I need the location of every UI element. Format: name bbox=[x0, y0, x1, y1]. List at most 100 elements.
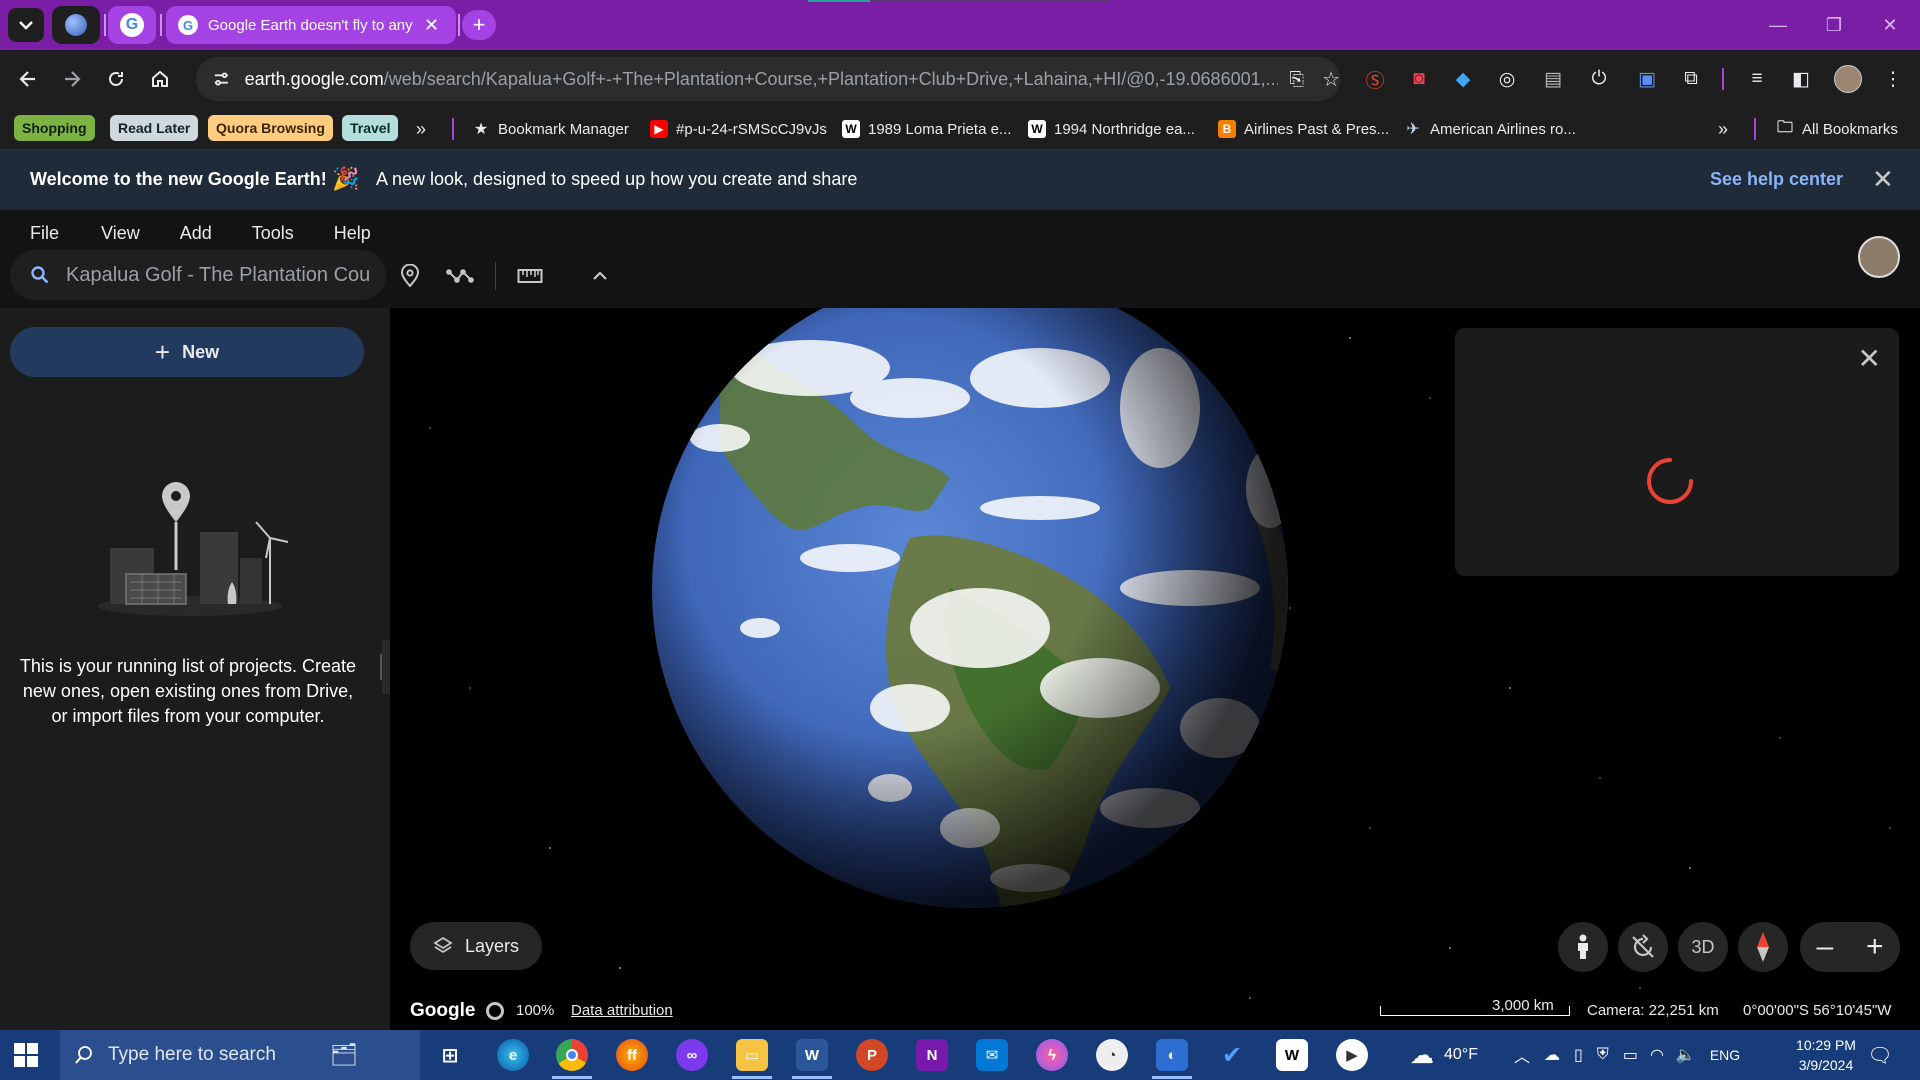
taskbar-search-input[interactable]: Type here to search 🗂 bbox=[60, 1030, 420, 1080]
diamond-icon[interactable]: ◆ bbox=[1448, 64, 1478, 94]
cursor-coordinates: 0°00'00"S 56°10'45"W bbox=[1743, 1002, 1892, 1019]
minimize-button[interactable]: — bbox=[1750, 0, 1806, 50]
clock-app-icon[interactable]: ◔ bbox=[1096, 1039, 1128, 1071]
close-window-button[interactable]: ✕ bbox=[1862, 0, 1918, 50]
defender-shield-icon[interactable]: ⛨ bbox=[1597, 1046, 1609, 1064]
file-explorer-icon[interactable]: ▭ bbox=[736, 1039, 768, 1071]
back-button[interactable] bbox=[12, 63, 44, 95]
weather-cloud-icon[interactable]: ☁ bbox=[1410, 1041, 1434, 1070]
new-tab-button[interactable]: + bbox=[462, 10, 496, 40]
extension-s-icon[interactable]: Ⓢ bbox=[1360, 64, 1390, 94]
volume-icon[interactable]: 🔈 bbox=[1676, 1045, 1696, 1065]
folder-extension-icon[interactable]: ▤ bbox=[1538, 64, 1568, 94]
language-indicator[interactable]: ENG bbox=[1710, 1047, 1740, 1063]
bookmark-folder-shopping[interactable]: Shopping bbox=[14, 115, 95, 141]
word-icon[interactable]: W bbox=[796, 1039, 828, 1071]
add-placemark-button[interactable] bbox=[394, 260, 426, 292]
shield-extension-icon[interactable]: ▣ bbox=[1632, 64, 1662, 94]
home-button[interactable] bbox=[144, 63, 176, 95]
menu-tools[interactable]: Tools bbox=[252, 223, 294, 244]
tab-search-button[interactable] bbox=[8, 8, 44, 42]
media-controls-icon[interactable]: ≡ bbox=[1742, 64, 1772, 94]
tab-google[interactable]: G bbox=[108, 6, 156, 44]
wikipedia-app-icon[interactable]: W bbox=[1276, 1039, 1308, 1071]
tab-active[interactable]: G Google Earth doesn't fly to any ✕ bbox=[166, 6, 456, 44]
account-avatar[interactable] bbox=[1858, 236, 1900, 278]
onenote-icon[interactable]: N bbox=[916, 1039, 948, 1071]
profile-avatar[interactable] bbox=[1834, 65, 1862, 93]
tab-pinned-globe[interactable] bbox=[52, 6, 100, 44]
menu-add[interactable]: Add bbox=[180, 223, 212, 244]
messenger-icon[interactable]: ϟ bbox=[1036, 1039, 1068, 1071]
measure-button[interactable] bbox=[514, 260, 546, 292]
tray-overflow-icon[interactable]: ︿ bbox=[1514, 1043, 1530, 1067]
forward-button[interactable] bbox=[56, 63, 88, 95]
notification-center-icon[interactable]: 🗨 bbox=[1864, 1040, 1896, 1070]
bookmark-item[interactable]: ★ Bookmark Manager bbox=[472, 116, 629, 142]
bookmark-folder-travel[interactable]: Travel bbox=[342, 115, 399, 141]
device-icon[interactable]: ▯ bbox=[1574, 1045, 1583, 1065]
data-attribution-link[interactable]: Data attribution bbox=[571, 1002, 673, 1019]
onedrive-icon[interactable]: ☁ bbox=[1544, 1045, 1560, 1065]
toggle-3d-button[interactable]: 3D bbox=[1678, 922, 1728, 972]
menu-view[interactable]: View bbox=[101, 223, 140, 244]
task-view-icon[interactable]: ⊞ bbox=[434, 1039, 466, 1071]
new-project-button[interactable]: + New bbox=[10, 327, 364, 377]
banner-close-icon[interactable]: ✕ bbox=[1872, 164, 1894, 195]
puzzle-icon[interactable]: ⧉ bbox=[1676, 64, 1706, 94]
bookmark-item[interactable]: ▶ #p-u-24-rSMScCJ9vJs bbox=[650, 116, 827, 142]
battery-icon[interactable]: ▭ bbox=[1623, 1045, 1638, 1065]
bookmark-star-icon[interactable]: ☆ bbox=[1322, 67, 1340, 92]
bookmark-item[interactable]: W 1989 Loma Prieta e... bbox=[842, 116, 1011, 142]
bookmark-label: 1989 Loma Prieta e... bbox=[868, 120, 1012, 138]
side-panel-icon[interactable]: ◧ bbox=[1786, 64, 1816, 94]
collapse-toolbar-button[interactable] bbox=[584, 260, 616, 292]
install-app-icon[interactable]: ⎘ bbox=[1290, 69, 1304, 90]
reload-button[interactable] bbox=[100, 63, 132, 95]
help-center-link[interactable]: See help center bbox=[1710, 169, 1843, 190]
weather-temp[interactable]: 40°F bbox=[1444, 1046, 1478, 1064]
mail-icon[interactable]: ✉ bbox=[976, 1039, 1008, 1071]
kebab-menu-icon[interactable]: ⋮ bbox=[1878, 64, 1908, 94]
layers-button[interactable]: Layers bbox=[410, 922, 542, 970]
more-bookmarks-icon[interactable]: » bbox=[1718, 116, 1728, 142]
pegman-button[interactable] bbox=[1558, 922, 1608, 972]
todo-check-icon[interactable]: ✔ bbox=[1216, 1039, 1248, 1071]
bookmark-item[interactable]: B Airlines Past & Pres... bbox=[1218, 116, 1389, 142]
rotation-lock-button[interactable] bbox=[1618, 922, 1668, 972]
tab-close-icon[interactable]: ✕ bbox=[424, 15, 439, 36]
extension-circle-icon[interactable]: ◎ bbox=[1492, 64, 1522, 94]
taskbar-clock[interactable]: 10:29 PM 3/9/2024 bbox=[1776, 1035, 1876, 1075]
wifi-icon[interactable]: ◠ bbox=[1650, 1045, 1664, 1065]
power-icon[interactable]: ⏻ bbox=[1584, 64, 1614, 94]
more-folders-icon[interactable]: » bbox=[416, 116, 426, 142]
all-bookmarks-button[interactable]: 🗀 All Bookmarks bbox=[1776, 116, 1898, 142]
media-player-icon[interactable]: ▶ bbox=[1336, 1039, 1368, 1071]
zoom-out-button[interactable]: – bbox=[1816, 930, 1833, 964]
bookmark-item[interactable]: ✈ American Airlines ro... bbox=[1404, 116, 1576, 142]
restore-button[interactable]: ❐ bbox=[1806, 0, 1862, 50]
bookmark-folder-read-later[interactable]: Read Later bbox=[110, 115, 199, 141]
windows-start-icon[interactable] bbox=[14, 1043, 38, 1067]
firefox-icon[interactable]: ff bbox=[616, 1039, 648, 1071]
reload-icon bbox=[109, 72, 123, 86]
menu-file[interactable]: File bbox=[30, 223, 59, 244]
taskbar-search-placeholder: Type here to search bbox=[108, 1044, 276, 1065]
compass-button[interactable] bbox=[1738, 922, 1788, 972]
pinned-app-icon[interactable]: ◐ bbox=[1156, 1039, 1188, 1071]
edge-icon[interactable]: e bbox=[497, 1039, 529, 1071]
site-info-icon[interactable] bbox=[212, 69, 231, 89]
menu-help[interactable]: Help bbox=[334, 223, 371, 244]
incognito-icon[interactable]: ∞ bbox=[676, 1039, 708, 1071]
banner-subtitle: A new look, designed to speed up how you… bbox=[376, 169, 858, 189]
chrome-icon[interactable] bbox=[556, 1039, 588, 1071]
search-input[interactable]: Kapalua Golf - The Plantation Cou bbox=[10, 250, 386, 300]
card-close-icon[interactable]: ✕ bbox=[1858, 342, 1881, 375]
address-bar[interactable]: earth.google.com/web/search/Kapalua+Golf… bbox=[196, 57, 1340, 101]
draw-path-button[interactable] bbox=[444, 260, 476, 292]
bookmark-item[interactable]: W 1994 Northridge ea... bbox=[1028, 116, 1195, 142]
bookmark-folder-quora[interactable]: Quora Browsing bbox=[208, 115, 333, 141]
powerpoint-icon[interactable]: P bbox=[856, 1039, 888, 1071]
zoom-in-button[interactable]: + bbox=[1866, 930, 1884, 964]
pocket-icon[interactable]: ◙ bbox=[1404, 64, 1434, 94]
